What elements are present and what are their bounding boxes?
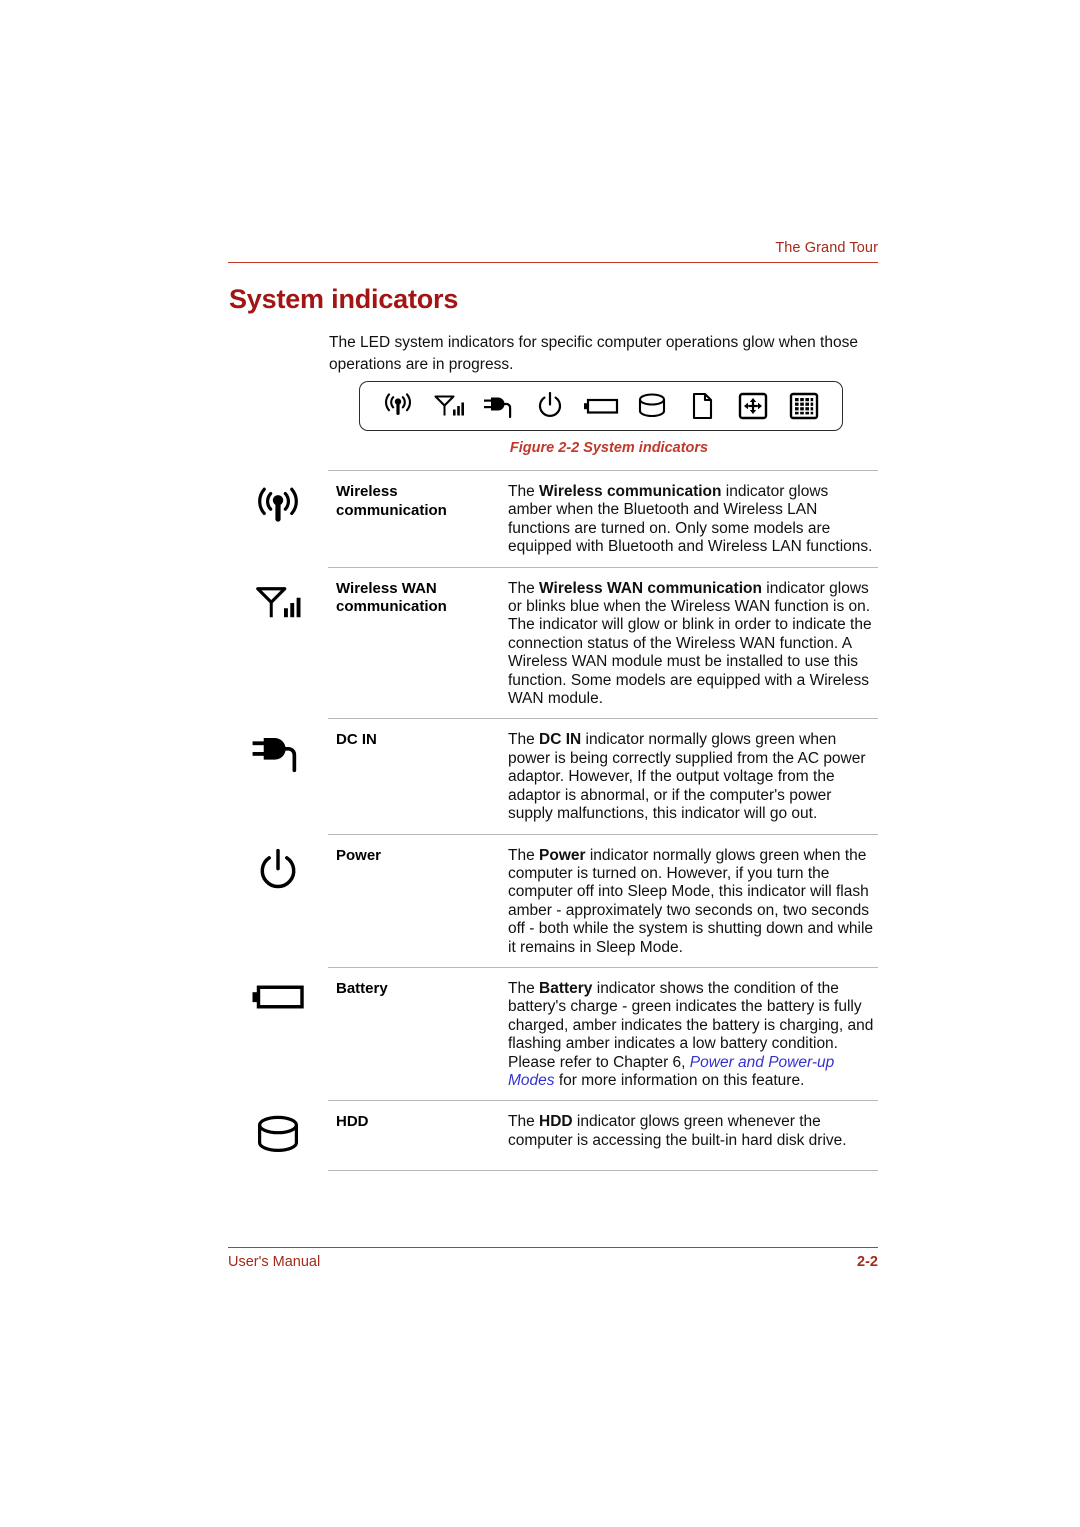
indicator-name: DC IN [336,731,377,749]
table-row: Power The Power indicator normally glows… [228,833,878,967]
desc-lead: The [508,979,540,997]
battery-icon [581,389,621,423]
indicator-name: Power [336,846,382,864]
row-icon-cell [228,727,328,779]
keypad-icon [784,389,824,423]
media-card-icon [683,389,723,423]
desc-bold: Power [539,846,586,864]
desc-tail: for more information on this feature. [554,1071,805,1089]
row-icon-cell [228,976,328,1028]
wireless-wan-icon [254,580,302,626]
row-icon-cell [228,1109,328,1161]
indicator-name: Battery [336,979,388,997]
figure-caption: Figure 2-2 System indicators [509,440,709,456]
row-divider [328,833,878,835]
indicator-description: The Wireless WAN communication indicator… [508,576,878,709]
wireless-wan-icon [429,389,469,423]
page-header: The Grand Tour [228,240,878,263]
document-page: The Grand Tour System indicators The LED… [0,0,1080,1527]
header-chapter-title: The Grand Tour [775,240,878,256]
desc-lead: The [508,1113,540,1131]
wireless-communication-icon [252,483,304,531]
indicator-description: The HDD indicator glows green whenever t… [508,1109,878,1150]
indicator-name: Wireless WAN communication [336,579,447,616]
footer-manual-label: User's Manual [228,1254,321,1270]
indicator-description: The Wireless communication indicator glo… [508,479,878,557]
power-icon [256,847,300,895]
row-icon-cell [228,843,328,895]
desc-lead: The [508,846,540,864]
header-rule [228,262,878,263]
footer-page-number: 2-2 [857,1254,878,1270]
table-row: HDD The HDD indicator glows green whenev… [228,1100,878,1172]
page-title: System indicators [229,284,459,314]
power-icon [530,389,570,423]
indicator-description: The DC IN indicator normally glows green… [508,727,878,823]
desc-bold: DC IN [539,731,582,749]
system-indicators-table: Wireless communication The Wireless comm… [228,470,878,1172]
desc-bold: HDD [539,1113,573,1131]
table-row: Battery The Battery indicator shows the … [228,966,878,1100]
hdd-icon [632,389,672,423]
row-icon-cell [228,576,328,628]
wireless-communication-icon [378,389,418,423]
row-icon-cell [228,479,328,531]
table-row: Wireless WAN communication The Wireless … [228,566,878,719]
system-indicators-figure [359,381,843,431]
indicator-name: Wireless communication [336,483,447,519]
desc-lead: The [508,579,540,597]
intro-paragraph: The LED system indicators for specific c… [329,334,858,373]
page-footer: User's Manual 2-2 [228,1247,878,1270]
table-row: Wireless communication The Wireless comm… [228,470,878,567]
row-divider [328,566,878,568]
row-divider [328,1100,878,1102]
desc-rest: indicator glows or blinks blue when the … [508,579,872,708]
dc-in-plug-icon [480,389,520,423]
desc-lead: The [508,483,540,500]
desc-bold: Battery [539,979,593,997]
desc-lead: The [508,731,540,749]
row-divider [328,718,878,720]
indicator-description: The Battery indicator shows the conditio… [508,976,878,1090]
dc-in-plug-icon [251,731,305,773]
indicator-description: The Power indicator normally glows green… [508,843,878,957]
touchpad-icon [733,389,773,423]
desc-bold: Wireless communication [539,483,722,500]
desc-bold: Wireless WAN communication [539,579,762,597]
table-row: DC IN The DC IN indicator normally glows… [228,718,878,833]
indicator-name: HDD [336,1113,369,1131]
footer-rule [228,1247,878,1248]
footer-row: User's Manual 2-2 [228,1254,878,1270]
hdd-icon [255,1113,301,1157]
row-divider [328,966,878,968]
battery-icon [251,980,305,1014]
row-divider [328,470,878,471]
